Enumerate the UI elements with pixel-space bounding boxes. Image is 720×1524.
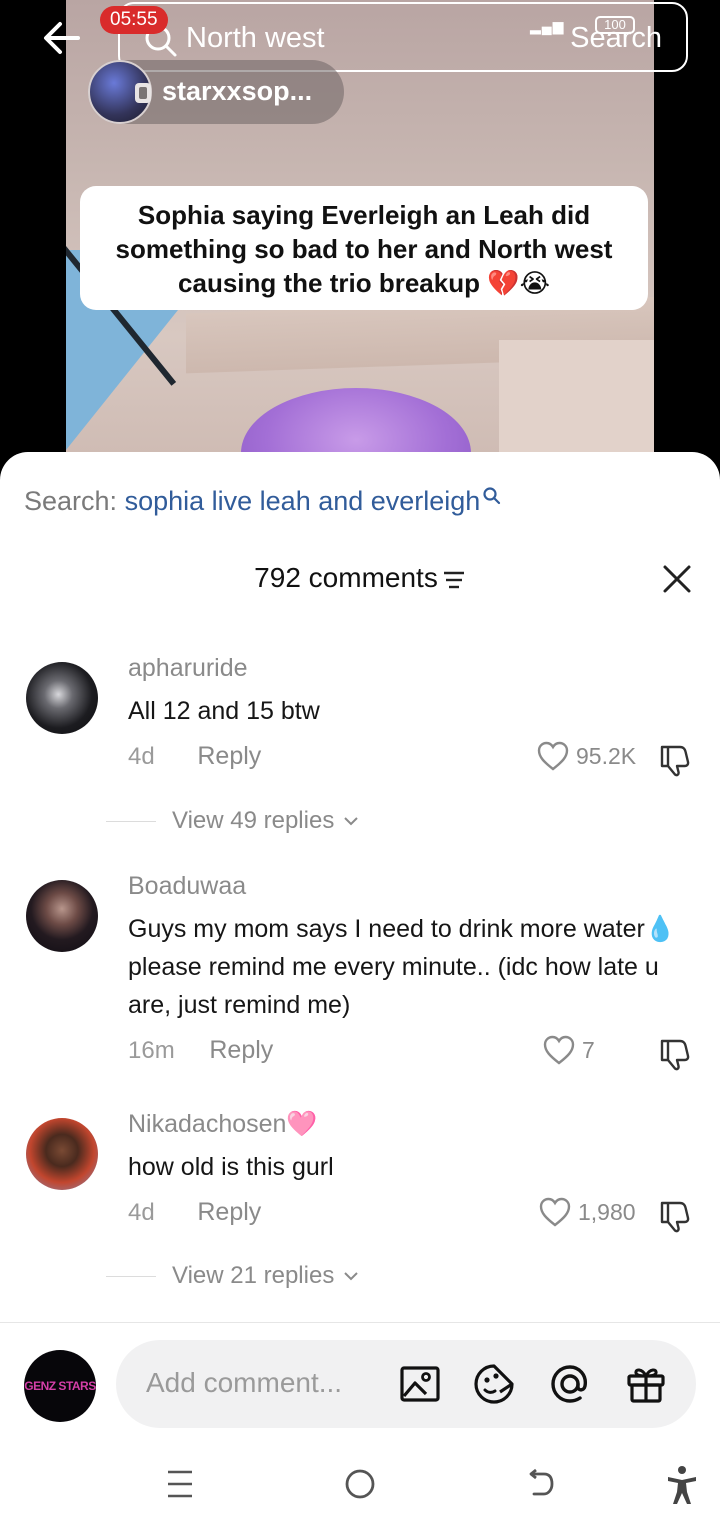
search-query[interactable]: North west (186, 22, 325, 55)
like-button[interactable]: 95.2K (536, 740, 636, 772)
view-replies-label: View 49 replies (172, 807, 335, 834)
back-icon[interactable] (518, 1462, 562, 1506)
comment-username[interactable]: apharuride (128, 654, 248, 683)
comments-sheet: Search: sophia live leah and everleigh 7… (0, 452, 720, 1524)
reply-button[interactable]: Reply (209, 1036, 273, 1064)
reply-button[interactable]: Reply (197, 742, 261, 770)
accessibility-icon[interactable] (660, 1462, 704, 1506)
view-replies-button[interactable]: View 49 replies (106, 807, 362, 835)
dislike-icon[interactable] (656, 1036, 692, 1072)
search-suggestion[interactable]: Search: sophia live leah and everleigh (24, 486, 502, 517)
back-arrow-icon (44, 22, 80, 54)
commenter-avatar[interactable] (26, 1118, 98, 1190)
view-replies-button[interactable]: View 21 replies (106, 1262, 362, 1290)
my-avatar[interactable]: GENZ STARS (24, 1350, 96, 1422)
comment-time: 4d (128, 743, 155, 770)
divider-line (106, 1275, 156, 1277)
search-suggestion-term[interactable]: sophia live leah and everleigh (125, 486, 481, 516)
comment-time: 16m (128, 1037, 175, 1064)
comment-text: how old is this gurl (128, 1153, 334, 1181)
heart-icon (537, 741, 569, 771)
home-icon[interactable] (338, 1462, 382, 1506)
comment-time: 4d (128, 1199, 155, 1226)
mention-icon[interactable] (548, 1362, 592, 1406)
commenter-avatar[interactable] (26, 880, 98, 952)
image-icon[interactable] (398, 1362, 442, 1406)
comment-text: Guys my mom says I need to drink more wa… (128, 915, 676, 1019)
creator-chip[interactable]: starxxsop... (88, 60, 344, 124)
comment-meta: 16m Reply (128, 1036, 273, 1065)
commenter-avatar[interactable] (26, 662, 98, 734)
like-button[interactable]: 7 (542, 1034, 595, 1066)
comment-text: All 12 and 15 btw (128, 697, 320, 725)
like-count: 7 (582, 1036, 595, 1063)
dislike-icon[interactable] (656, 1198, 692, 1234)
like-count: 1,980 (578, 1198, 636, 1225)
comment-meta: 4d Reply (128, 1198, 261, 1227)
heart-icon (543, 1035, 575, 1065)
video-caption: Sophia saying Everleigh an Leah did some… (80, 186, 648, 310)
search-suggestion-label: Search: (24, 486, 118, 516)
emoji-icon[interactable] (472, 1362, 516, 1406)
like-count: 95.2K (576, 742, 637, 769)
back-button[interactable] (38, 14, 86, 62)
divider-line (106, 820, 156, 822)
android-nav-bar (0, 1462, 720, 1524)
gift-icon[interactable] (624, 1362, 668, 1406)
close-icon[interactable] (662, 564, 692, 594)
creator-name[interactable]: starxxsop... (162, 76, 312, 107)
comment-count: 792 comments (254, 562, 438, 593)
chevron-down-icon (344, 817, 359, 826)
comment-username[interactable]: Nikadachosen🩷 (128, 1110, 318, 1139)
comment-username[interactable]: Boaduwaa (128, 872, 246, 901)
search-icon (483, 487, 501, 505)
like-button[interactable]: 1,980 (538, 1196, 636, 1228)
reply-button[interactable]: Reply (197, 1198, 261, 1226)
dislike-icon[interactable] (656, 742, 692, 778)
sort-icon (443, 571, 464, 588)
phone-icon (135, 83, 151, 103)
comment-placeholder: Add comment... (146, 1367, 343, 1398)
comment-meta: 4d Reply (128, 742, 261, 771)
signal-icon: ▂▄▆ (530, 18, 565, 34)
view-replies-label: View 21 replies (172, 1262, 335, 1289)
search-button[interactable]: Search (570, 22, 662, 55)
comment-count-header[interactable]: 792 comments (0, 562, 720, 602)
chevron-down-icon (344, 1272, 359, 1281)
comment-input[interactable]: Add comment... (116, 1340, 696, 1428)
recents-icon[interactable] (158, 1462, 202, 1506)
composer-divider (0, 1322, 720, 1323)
heart-icon (539, 1197, 571, 1227)
status-time: 05:55 (100, 6, 168, 34)
